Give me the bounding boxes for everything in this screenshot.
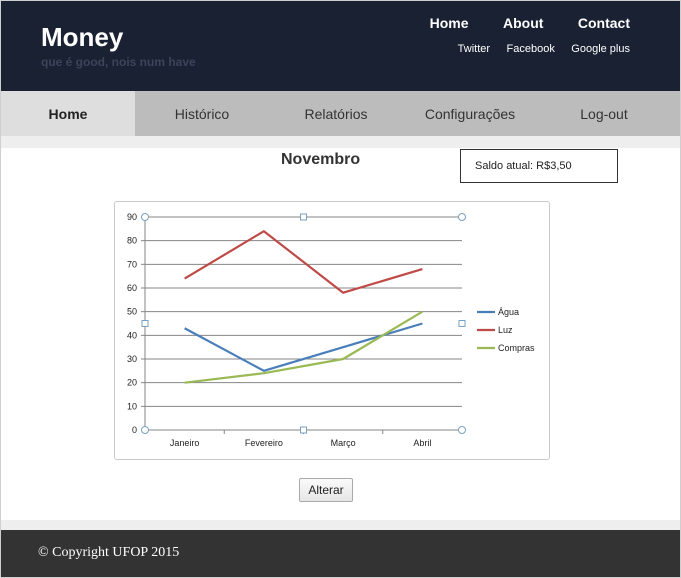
tab-logout[interactable]: Log-out <box>537 91 671 136</box>
x-tick-label: Fevereiro <box>245 438 283 448</box>
y-tick-label: 0 <box>132 425 137 435</box>
x-tick-label: Março <box>331 438 356 448</box>
chart-container[interactable]: 0 10 20 30 40 50 60 70 80 90 Janeiro Fevereiro Març… <box>114 201 550 460</box>
copyright-text: © Copyright UFOP 2015 <box>38 545 180 560</box>
resize-handle-corner <box>141 213 149 221</box>
social-link-twitter[interactable]: Twitter <box>458 43 490 55</box>
legend-label: Compras <box>498 343 535 353</box>
y-tick-label: 20 <box>127 378 137 388</box>
series-line <box>184 322 423 372</box>
site-title: Money <box>41 22 124 52</box>
y-tick-label: 50 <box>127 307 137 317</box>
y-tick-label: 30 <box>127 354 137 364</box>
y-tick-label: 90 <box>127 212 137 222</box>
main-content: Novembro Saldo atual: R$3,50 0 10 20 30 40 50… <box>1 148 680 520</box>
site-header: Money que é good, nois num have Home Abo… <box>1 1 680 91</box>
tab-configuracoes[interactable]: Configurações <box>403 91 537 136</box>
y-tick-label: 80 <box>127 236 137 246</box>
resize-handle-corner <box>458 426 466 434</box>
resize-handle-side <box>300 213 307 221</box>
y-tick-label: 40 <box>127 330 137 340</box>
tab-historico[interactable]: Histórico <box>135 91 269 136</box>
alter-button[interactable]: Alterar <box>299 478 353 502</box>
y-tick-label: 70 <box>127 259 137 269</box>
top-link-contact[interactable]: Contact <box>578 15 630 31</box>
tab-home[interactable]: Home <box>1 91 135 136</box>
top-link-about[interactable]: About <box>503 15 543 31</box>
line-chart: 0 10 20 30 40 50 60 70 80 90 Janeiro Fevereiro Març… <box>127 212 535 448</box>
site-subtitle: que é good, nois num have <box>41 55 196 69</box>
resize-handle-corner <box>141 426 149 434</box>
resize-handle-side <box>141 320 149 327</box>
social-link-facebook[interactable]: Facebook <box>507 43 555 55</box>
x-tick-label: Abril <box>413 438 431 448</box>
balance-box: Saldo atual: R$3,50 <box>460 149 618 183</box>
spacer <box>1 136 680 148</box>
y-tick-label: 10 <box>127 401 137 411</box>
month-title: Novembro <box>281 151 361 168</box>
legend-label: Água <box>498 307 519 317</box>
x-tick-label: Janeiro <box>170 438 200 448</box>
resize-handle-side <box>458 320 466 327</box>
top-nav: Home About Contact Twitter Facebook Goog… <box>400 15 630 57</box>
legend-label: Luz <box>498 325 513 335</box>
social-link-google-plus[interactable]: Google plus <box>571 43 630 55</box>
spacer-bottom <box>1 520 680 530</box>
y-tick-label: 60 <box>127 283 137 293</box>
resize-handle-side <box>300 426 307 434</box>
resize-handle-corner <box>458 213 466 221</box>
brand: Money que é good, nois num have <box>41 21 196 69</box>
top-link-home[interactable]: Home <box>430 15 469 31</box>
main-nav: Home Histórico Relatórios Configurações … <box>1 91 680 136</box>
site-footer: © Copyright UFOP 2015 <box>1 530 680 577</box>
tab-relatorios[interactable]: Relatórios <box>269 91 403 136</box>
